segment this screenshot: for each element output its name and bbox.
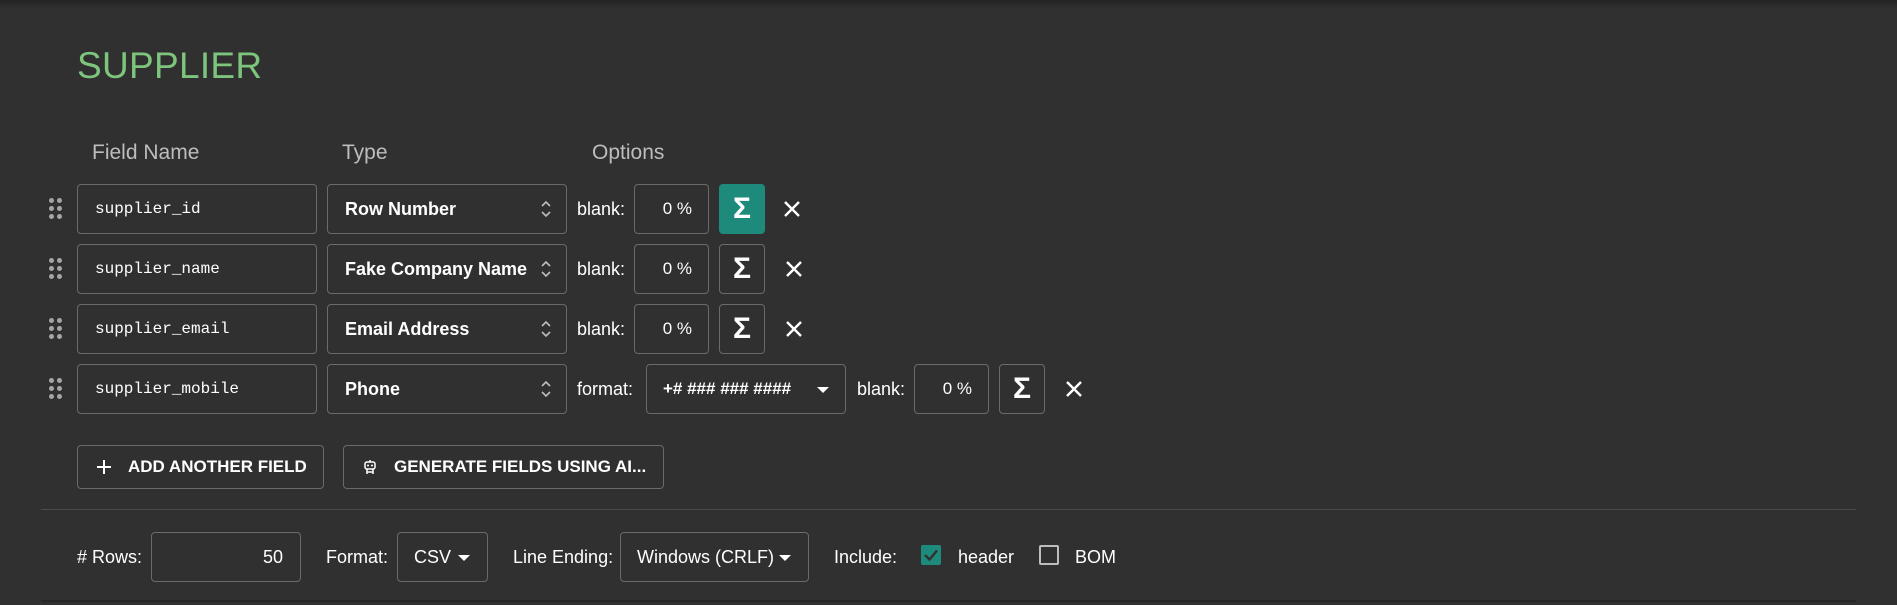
field-type-select[interactable]: Email Address (327, 304, 567, 354)
format-select[interactable]: CSV (397, 532, 488, 582)
blank-percent-input[interactable]: 0 % (634, 304, 709, 354)
top-shadow (0, 0, 1897, 8)
header-label: header (958, 547, 1015, 567)
blank-label: blank: (577, 319, 626, 339)
close-icon[interactable] (784, 259, 804, 279)
formula-button[interactable]: Σ (719, 304, 765, 354)
field-type-select[interactable]: Row Number (327, 184, 567, 234)
formula-button[interactable]: Σ (999, 364, 1045, 414)
generate-ai-button[interactable]: GENERATE FIELDS USING AI... (343, 445, 664, 489)
robot-icon (364, 460, 376, 474)
drag-handle-icon[interactable] (49, 318, 63, 340)
field-name-input[interactable]: supplier_name (77, 244, 317, 294)
caret-down-icon (458, 555, 470, 561)
field-type-value: Phone (345, 379, 401, 399)
bottom-border (41, 600, 1856, 602)
field-name-input[interactable]: supplier_email (77, 304, 317, 354)
field-type-value: Row Number (345, 199, 457, 219)
phone-format-select[interactable]: +# ### ### #### (646, 364, 846, 414)
caret-down-icon (779, 555, 791, 561)
line-ending-label: Line Ending: (513, 547, 614, 567)
blank-percent-input[interactable]: 0 % (634, 184, 709, 234)
field-name-input[interactable]: supplier_mobile (77, 364, 317, 414)
add-field-label: ADD ANOTHER FIELD (128, 457, 307, 476)
blank-percent-input[interactable]: 0 % (914, 364, 989, 414)
rows-label: # Rows: (77, 547, 143, 567)
close-icon[interactable] (782, 199, 802, 219)
schema-title: SUPPLIER (77, 45, 263, 86)
blank-percent-input[interactable]: 0 % (634, 244, 709, 294)
bom-checkbox[interactable] (1039, 545, 1059, 565)
header-checkbox[interactable] (921, 545, 941, 565)
field-type-select[interactable]: Phone (327, 364, 567, 414)
line-ending-value: Windows (CRLF) (637, 547, 775, 567)
divider (41, 509, 1856, 510)
add-field-button[interactable]: ADD ANOTHER FIELD (77, 445, 324, 489)
phone-format-value: +# ### ### #### (663, 379, 792, 398)
field-type-value: Email Address (345, 319, 470, 339)
rows-input[interactable]: 50 (151, 532, 301, 582)
format-value: CSV (414, 547, 452, 567)
drag-handle-icon[interactable] (49, 378, 63, 400)
unfold-icon (541, 260, 551, 278)
blank-label: blank: (577, 199, 626, 219)
column-header-field-name: Field Name (92, 141, 200, 164)
formula-button[interactable]: Σ (719, 184, 765, 234)
unfold-icon (541, 200, 551, 218)
check-icon (924, 549, 938, 562)
close-icon[interactable] (784, 319, 804, 339)
close-icon[interactable] (1064, 379, 1084, 399)
plus-icon (97, 460, 111, 474)
blank-label: blank: (857, 379, 906, 399)
field-type-select[interactable]: Fake Company Name (327, 244, 567, 294)
column-header-options: Options (592, 141, 665, 164)
unfold-icon (541, 380, 551, 398)
include-label: Include: (834, 547, 898, 567)
schema-editor: SUPPLIER Field Name Type Options supplie… (0, 0, 1897, 605)
line-ending-select[interactable]: Windows (CRLF) (620, 532, 809, 582)
column-header-type: Type (342, 141, 388, 164)
format-label: Format: (326, 547, 389, 567)
caret-down-icon (817, 387, 829, 393)
blank-label: blank: (577, 259, 626, 279)
formula-button[interactable]: Σ (719, 244, 765, 294)
unfold-icon (541, 320, 551, 338)
bom-label: BOM (1075, 547, 1117, 567)
field-type-value: Fake Company Name (345, 259, 528, 279)
drag-handle-icon[interactable] (49, 258, 63, 280)
format-label: format: (577, 379, 634, 399)
field-name-input[interactable]: supplier_id (77, 184, 317, 234)
generate-ai-label: GENERATE FIELDS USING AI... (394, 457, 647, 476)
drag-handle-icon[interactable] (49, 198, 63, 220)
